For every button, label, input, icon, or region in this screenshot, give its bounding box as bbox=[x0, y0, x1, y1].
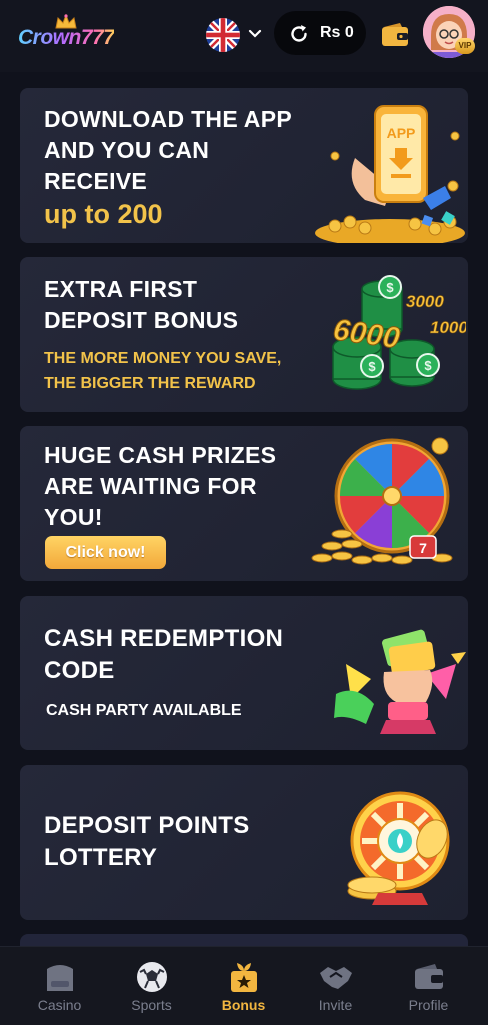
art-number-3000: 3000 bbox=[406, 292, 444, 311]
title-line: EXTRA FIRST bbox=[44, 276, 198, 302]
title-line: CASH REDEMPTION bbox=[44, 625, 284, 652]
nav-label: Sports bbox=[131, 997, 172, 1013]
title-line: CODE bbox=[44, 657, 115, 684]
title-line: ARE WAITING FOR bbox=[44, 473, 257, 499]
title-line: AND YOU CAN bbox=[44, 137, 210, 163]
wallet-icon bbox=[415, 964, 443, 989]
lottery-wheel-illustration bbox=[347, 791, 450, 905]
language-selector[interactable] bbox=[206, 18, 264, 52]
nav-bonus[interactable]: Bonus bbox=[195, 947, 292, 1025]
nav-profile[interactable]: Profile bbox=[380, 947, 477, 1025]
title-line: RECEIVE bbox=[44, 168, 148, 194]
soccer-ball-icon bbox=[137, 962, 167, 992]
card-title: DOWNLOAD THE APP AND YOU CAN RECEIVE bbox=[44, 104, 292, 197]
nav-invite[interactable]: Invite bbox=[287, 947, 384, 1025]
balance-amount: Rs 0 bbox=[320, 24, 354, 41]
logo-text: Crown777 bbox=[18, 26, 115, 49]
nav-casino[interactable]: Casino bbox=[11, 947, 108, 1025]
balance-pill[interactable]: Rs 0 bbox=[274, 11, 366, 55]
nav-label: Invite bbox=[318, 997, 353, 1013]
title-line: DEPOSIT POINTS bbox=[44, 812, 250, 839]
prize-wheel-illustration: 7 bbox=[311, 437, 453, 565]
phone-app-illustration: APP bbox=[315, 105, 465, 243]
title-line: DOWNLOAD THE APP bbox=[44, 106, 292, 132]
download-app-card[interactable]: DOWNLOAD THE APP AND YOU CAN RECEIVE up … bbox=[20, 88, 468, 243]
card-title: EXTRA FIRST DEPOSIT BONUS bbox=[44, 274, 238, 336]
vip-badge: VIP bbox=[455, 38, 475, 54]
nav-sports[interactable]: Sports bbox=[103, 947, 200, 1025]
click-now-button[interactable]: Click now! bbox=[45, 536, 166, 569]
gift-icon bbox=[231, 963, 257, 992]
top-header: Crown777 Rs 0 VIP bbox=[0, 0, 488, 72]
card-title: CASH REDEMPTION CODE bbox=[44, 623, 283, 687]
title-line: YOU! bbox=[44, 504, 103, 530]
subtitle-line: THE MORE MONEY YOU SAVE, bbox=[44, 350, 282, 367]
cash-redemption-card[interactable]: CASH REDEMPTION CODE CASH PARTY AVAILABL… bbox=[20, 596, 468, 750]
title-line: DEPOSIT BONUS bbox=[44, 307, 239, 333]
nav-label: Bonus bbox=[221, 997, 266, 1013]
money-stack-illustration: $ $ $ 6000 3000 1000 bbox=[331, 275, 466, 390]
title-line: LOTTERY bbox=[44, 844, 158, 871]
handshake-icon bbox=[320, 967, 352, 989]
refresh-icon[interactable] bbox=[288, 23, 310, 45]
art-number-1000: 1000 bbox=[430, 318, 466, 337]
svg-text:$: $ bbox=[424, 358, 432, 373]
card-title: DEPOSIT POINTS LOTTERY bbox=[44, 810, 250, 874]
chevron-down-icon bbox=[248, 29, 262, 38]
hand-cards-illustration bbox=[334, 629, 466, 734]
svg-text:$: $ bbox=[386, 280, 394, 295]
crown777-logo[interactable]: Crown777 bbox=[18, 14, 118, 54]
card-subtitle: THE MORE MONEY YOU SAVE, THE BIGGER THE … bbox=[44, 346, 281, 396]
card-subtitle: CASH PARTY AVAILABLE bbox=[46, 702, 242, 719]
title-line: HUGE CASH PRIZES bbox=[44, 442, 277, 468]
svg-text:$: $ bbox=[368, 359, 376, 374]
cash-prizes-card[interactable]: HUGE CASH PRIZES ARE WAITING FOR YOU! Cl… bbox=[20, 426, 468, 581]
svg-text:7: 7 bbox=[419, 540, 427, 556]
wallet-icon[interactable] bbox=[380, 20, 410, 50]
reward-highlight: up to 200 bbox=[44, 199, 163, 229]
nav-label: Casino bbox=[37, 997, 82, 1013]
uk-flag-icon bbox=[206, 18, 240, 52]
card-title: HUGE CASH PRIZES ARE WAITING FOR YOU! bbox=[44, 440, 276, 533]
nav-label: Profile bbox=[408, 997, 449, 1013]
first-deposit-bonus-card[interactable]: EXTRA FIRST DEPOSIT BONUS THE MORE MONEY… bbox=[20, 257, 468, 412]
subtitle-line: THE BIGGER THE REWARD bbox=[44, 375, 256, 392]
deposit-points-lottery-card[interactable]: DEPOSIT POINTS LOTTERY bbox=[20, 765, 468, 920]
bottom-navigation: Casino Sports Bonus Invite Profile bbox=[0, 946, 488, 1025]
casino-icon bbox=[47, 965, 73, 991]
app-art-text: APP bbox=[387, 125, 416, 141]
